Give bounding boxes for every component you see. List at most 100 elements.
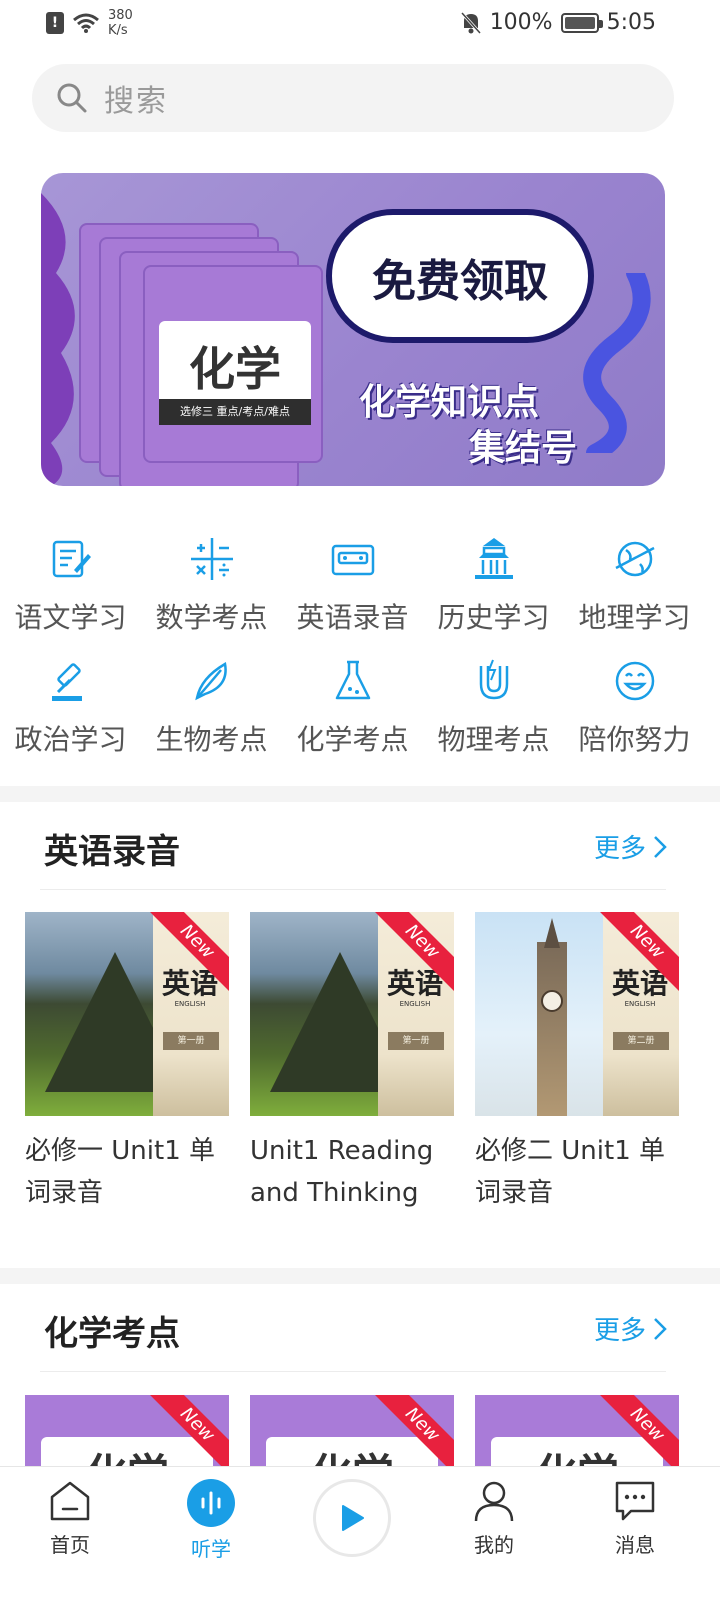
book-cover: 化学 New: [250, 1395, 454, 1467]
category-label: 英语录音: [296, 601, 409, 634]
chemistry-card[interactable]: 化学 New: [475, 1395, 679, 1467]
category-label: 数学考点: [155, 601, 268, 634]
status-right: 100% 5:05: [460, 10, 656, 35]
search-placeholder: 搜索: [104, 84, 168, 119]
category-label: 物理考点: [437, 723, 550, 756]
more-link[interactable]: 更多: [594, 828, 668, 865]
category-politics[interactable]: 政治学习: [0, 650, 141, 772]
chevron-right-icon: [654, 835, 667, 858]
cover-title: 化学: [266, 1441, 438, 1467]
audio-wave-icon: [187, 1479, 235, 1527]
notebook-pen-icon: [52, 540, 91, 578]
clock-icon: [541, 990, 563, 1012]
more-label: 更多: [593, 834, 646, 864]
chevron-right-icon: [654, 1317, 667, 1340]
clock-tower-spire: [544, 918, 560, 948]
home-icon: [50, 1481, 90, 1521]
chemistry-card-list: 化学 New 化学 New 化学 New: [25, 1395, 679, 1467]
cover-volume: 第一册: [163, 1032, 219, 1050]
section-title: 英语录音: [44, 832, 180, 872]
ribbon-icon: [583, 273, 651, 453]
cover-title: 化学: [491, 1441, 663, 1467]
audio-card[interactable]: 英语 ENGLISH 第一册 New Unit1 Reading and Thi…: [250, 912, 454, 1214]
category-label: 语文学习: [14, 601, 127, 634]
clock-tower-shape: [537, 942, 567, 1116]
nav-messages[interactable]: 消息: [585, 1479, 685, 1558]
more-label: 更多: [593, 1316, 646, 1346]
play-button[interactable]: [313, 1479, 391, 1557]
math-symbols-icon: [190, 538, 233, 580]
category-label: 生物考点: [155, 723, 268, 756]
banner-headline-2: 集结号: [469, 428, 578, 469]
nav-label: 消息: [615, 1533, 655, 1557]
category-label: 政治学习: [14, 723, 127, 756]
banner-headline-1: 化学知识点: [359, 382, 540, 423]
section-title: 化学考点: [44, 1314, 180, 1354]
network-speed-value: 380: [108, 8, 133, 23]
category-history[interactable]: 历史学习: [423, 528, 564, 650]
category-row-1: 语文学习 数学考点 英语录音 历史学习 地理学习: [0, 528, 720, 650]
cassette-tape-icon: [331, 544, 374, 576]
english-card-list: 英语 ENGLISH 第一册 New 必修一 Unit1 单词录音 英语 ENG…: [25, 912, 679, 1214]
banner-book-title: 化学: [189, 342, 281, 396]
category-physics[interactable]: 物理考点: [423, 650, 564, 772]
bottom-nav: 首页 听学 我的 消息: [0, 1466, 720, 1600]
book-cover: 英语 ENGLISH 第一册 New: [25, 912, 229, 1116]
smile-icon: [615, 661, 654, 701]
promo-banner[interactable]: 化学 选修三 重点/考点/难点 免费领取 化学知识点 集结号: [41, 173, 665, 486]
book-cover: 英语 ENGLISH 第一册 New: [250, 912, 454, 1116]
magnet-icon: [479, 659, 508, 700]
category-label: 地理学习: [578, 601, 691, 634]
user-icon: [474, 1481, 514, 1522]
category-label: 历史学习: [437, 601, 550, 634]
category-encourage[interactable]: 陪你努力: [564, 650, 705, 772]
cover-subtitle: ENGLISH: [624, 1000, 656, 1008]
category-grid: 语文学习 数学考点 英语录音 历史学习 地理学习 政治学习 生物考点 化学考点 …: [0, 528, 720, 772]
chat-icon: [615, 1481, 655, 1521]
category-chinese[interactable]: 语文学习: [0, 528, 141, 650]
category-math[interactable]: 数学考点: [141, 528, 282, 650]
nav-listen[interactable]: 听学: [161, 1479, 261, 1562]
section-underline: [40, 1371, 666, 1372]
cover-volume: 第二册: [613, 1032, 669, 1050]
battery-level: [564, 16, 595, 29]
section-divider: [0, 786, 720, 802]
book-cover: 化学 New: [475, 1395, 679, 1467]
card-title: 必修一 Unit1 单词录音: [25, 1136, 215, 1208]
category-biology[interactable]: 生物考点: [141, 650, 282, 772]
clock: 5:05: [606, 10, 656, 35]
book-cover: 化学 New: [25, 1395, 229, 1467]
nav-label: 我的: [474, 1533, 514, 1557]
section-header-english: 英语录音 更多: [0, 802, 720, 890]
category-row-2: 政治学习 生物考点 化学考点 物理考点 陪你努力: [0, 650, 720, 772]
audio-card[interactable]: 英语 ENGLISH 第一册 New 必修一 Unit1 单词录音: [25, 912, 229, 1214]
temple-icon: [474, 538, 513, 579]
planet-icon: [614, 541, 655, 577]
wifi-icon: [73, 13, 99, 33]
nav-mine[interactable]: 我的: [444, 1479, 544, 1558]
audio-card[interactable]: 英语 ENGLISH 第二册 New 必修二 Unit1 单词录音: [475, 912, 679, 1214]
chemistry-card[interactable]: 化学 New: [25, 1395, 229, 1467]
leaf-icon: [194, 662, 227, 701]
nav-home[interactable]: 首页: [20, 1479, 120, 1558]
banner-cloud-text: 免费领取: [372, 256, 548, 307]
status-left: ! 380 K/s: [46, 8, 148, 38]
category-geography[interactable]: 地理学习: [564, 528, 705, 650]
more-link[interactable]: 更多: [594, 1310, 668, 1347]
play-icon: [342, 1505, 364, 1531]
alert-icon: !: [46, 12, 64, 34]
category-label: 陪你努力: [578, 723, 691, 756]
network-speed-unit: K/s: [108, 23, 128, 38]
cover-title: 化学: [41, 1441, 213, 1467]
gavel-icon: [51, 663, 82, 701]
category-chemistry[interactable]: 化学考点: [282, 650, 423, 772]
battery-icon: [560, 12, 603, 33]
book-cover: 英语 ENGLISH 第二册 New: [475, 912, 679, 1116]
search-bar[interactable]: 搜索: [32, 64, 674, 132]
mute-bell-icon: [460, 11, 481, 34]
chemistry-card[interactable]: 化学 New: [250, 1395, 454, 1467]
section-divider: [0, 1268, 720, 1284]
category-english[interactable]: 英语录音: [282, 528, 423, 650]
battery-percent: 100%: [489, 10, 553, 35]
flask-icon: [335, 660, 370, 700]
